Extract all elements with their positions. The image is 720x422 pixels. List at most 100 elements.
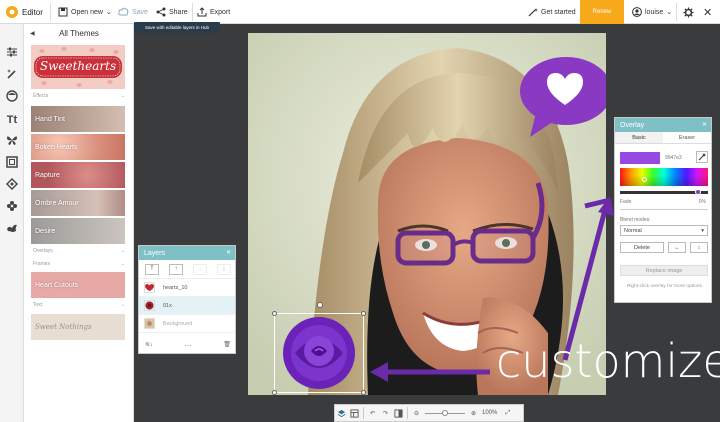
blend-select[interactable]: Normal ▾ [620, 225, 708, 236]
layer-order-tools: ⤒ ↑ ↓ ⤓ [139, 260, 235, 279]
share-button[interactable]: Share [156, 0, 188, 24]
bring-forward-icon[interactable]: ↑ [169, 263, 183, 275]
chevron-down-icon: ⌄ [105, 9, 112, 16]
fade-label: Fade [620, 199, 632, 205]
flip-vertical-icon[interactable]: ↕ [690, 242, 708, 253]
tab-basic[interactable]: Basic [615, 132, 663, 143]
grid-view-icon[interactable] [348, 405, 361, 421]
divider [192, 3, 193, 21]
spectrum-picker[interactable] [642, 177, 647, 182]
more-indicator: .... [184, 341, 192, 348]
selection-box[interactable] [272, 302, 366, 395]
hex-field[interactable]: 9947e3 [665, 155, 682, 161]
app-logo[interactable]: Editor [5, 0, 43, 24]
touch-up-tool[interactable] [4, 90, 20, 106]
resize-handle[interactable] [361, 390, 366, 395]
zoom-level: 100% [482, 410, 498, 416]
trash-icon[interactable]: 🗑 [223, 341, 231, 348]
chevron-down-icon: ▾ [701, 227, 704, 234]
chevron-down-icon: ⌄ [666, 9, 673, 16]
text-tool[interactable]: Tt [4, 112, 20, 128]
effect-tile[interactable]: Ombre Amour [31, 190, 125, 216]
frame-icon [6, 155, 18, 173]
redo-icon[interactable]: ↷ [379, 405, 392, 421]
effects-tool[interactable] [4, 68, 20, 84]
delete-button[interactable]: Delete [620, 242, 664, 253]
effect-tile[interactable]: Bokeh Hearts [31, 134, 125, 160]
stickers-tool[interactable] [4, 200, 20, 216]
undo-icon[interactable]: ↶ [366, 405, 379, 421]
zoom-in-icon[interactable]: ⊕ [467, 405, 480, 421]
close-icon[interactable]: ✕ [703, 0, 712, 24]
frames-tool[interactable] [4, 156, 20, 172]
themes-title: All Themes [59, 29, 99, 38]
layer-row[interactable]: 01x [139, 297, 235, 315]
zoom-slider[interactable] [425, 409, 465, 416]
logo-icon [5, 5, 19, 19]
send-to-back-icon[interactable]: ⤓ [217, 263, 231, 275]
hue-slider[interactable] [620, 189, 708, 195]
divider [363, 407, 364, 419]
get-started-button[interactable]: Get started [528, 0, 576, 24]
slider-handle[interactable] [695, 189, 701, 195]
overlay-tabs: Basic Eraser [615, 132, 711, 144]
replace-image-button[interactable]: Replace image [620, 265, 708, 276]
compare-icon[interactable] [392, 405, 405, 421]
text-tile[interactable]: Sweet Nothings [31, 314, 125, 340]
slider-handle[interactable] [442, 409, 448, 416]
layers-icon[interactable] [335, 405, 348, 421]
grid-icon [6, 177, 18, 195]
flower-icon [6, 199, 18, 217]
export-icon [197, 7, 207, 17]
export-button[interactable]: Export [197, 0, 230, 24]
color-swatch[interactable] [620, 152, 660, 164]
effect-tile[interactable]: Rapture [31, 162, 125, 188]
rose-thumbnail [144, 300, 155, 311]
section-frames[interactable]: Frames ⌄ [33, 261, 125, 267]
textures-tool[interactable] [4, 178, 20, 194]
bring-to-front-icon[interactable]: ⤒ [145, 263, 159, 275]
resize-handle[interactable] [272, 390, 277, 395]
adjust-tool[interactable] [4, 46, 20, 62]
eyedropper-icon[interactable] [696, 151, 708, 163]
divider [50, 3, 51, 21]
seasonal-tool[interactable] [4, 222, 20, 238]
effect-tile[interactable]: Hand Tint [31, 106, 125, 132]
frame-tile[interactable]: Heart Cutouts [31, 272, 125, 298]
layers-stack-icon[interactable]: ≋↓ [145, 341, 153, 348]
overlay-header[interactable]: Overlay ✕ [615, 118, 711, 132]
resize-handle[interactable] [272, 311, 277, 316]
save-button[interactable]: Save [118, 0, 148, 24]
section-overlays[interactable]: Overlays ⌄ [33, 248, 125, 254]
chevron-down-icon: ⌄ [120, 93, 125, 99]
layers-header[interactable]: Layers ✕ [139, 246, 235, 260]
fullscreen-icon[interactable]: ⤢ [501, 405, 514, 421]
overlays-tool[interactable] [4, 134, 20, 150]
close-icon[interactable]: ✕ [226, 249, 231, 256]
close-icon[interactable]: ✕ [702, 121, 707, 128]
color-spectrum[interactable] [620, 168, 708, 186]
zoom-out-icon[interactable]: ⊖ [410, 405, 423, 421]
section-effects[interactable]: Effects ⌄ [33, 93, 125, 99]
heart-icon [547, 73, 583, 105]
section-text[interactable]: Text ⌄ [33, 302, 125, 308]
open-new-button[interactable]: Open new ⌄ [58, 0, 112, 24]
face-icon [6, 89, 18, 107]
layer-row[interactable]: hearts_10 [139, 279, 235, 297]
effect-tile[interactable]: Desire [31, 218, 125, 244]
bird-icon [6, 221, 18, 239]
tab-eraser[interactable]: Eraser [663, 132, 711, 143]
layer-row[interactable]: Background [139, 315, 235, 333]
flip-horizontal-icon[interactable]: ↔ [668, 242, 686, 253]
user-menu[interactable]: louise ⌄ [632, 0, 672, 24]
renew-button[interactable]: Renew [580, 0, 624, 24]
layers-footer: ≋↓ .... 🗑 [139, 336, 237, 353]
rotate-handle[interactable] [317, 302, 323, 308]
fade-value: 0% [698, 199, 706, 205]
settings-button[interactable] [683, 0, 694, 24]
fade-slider[interactable] [620, 209, 708, 210]
app-title: Editor [22, 7, 43, 17]
featured-theme-banner[interactable]: Sweethearts [31, 45, 125, 89]
send-backward-icon[interactable]: ↓ [193, 263, 207, 275]
overlay-hint: Right-click overlay for more options. [626, 284, 704, 289]
